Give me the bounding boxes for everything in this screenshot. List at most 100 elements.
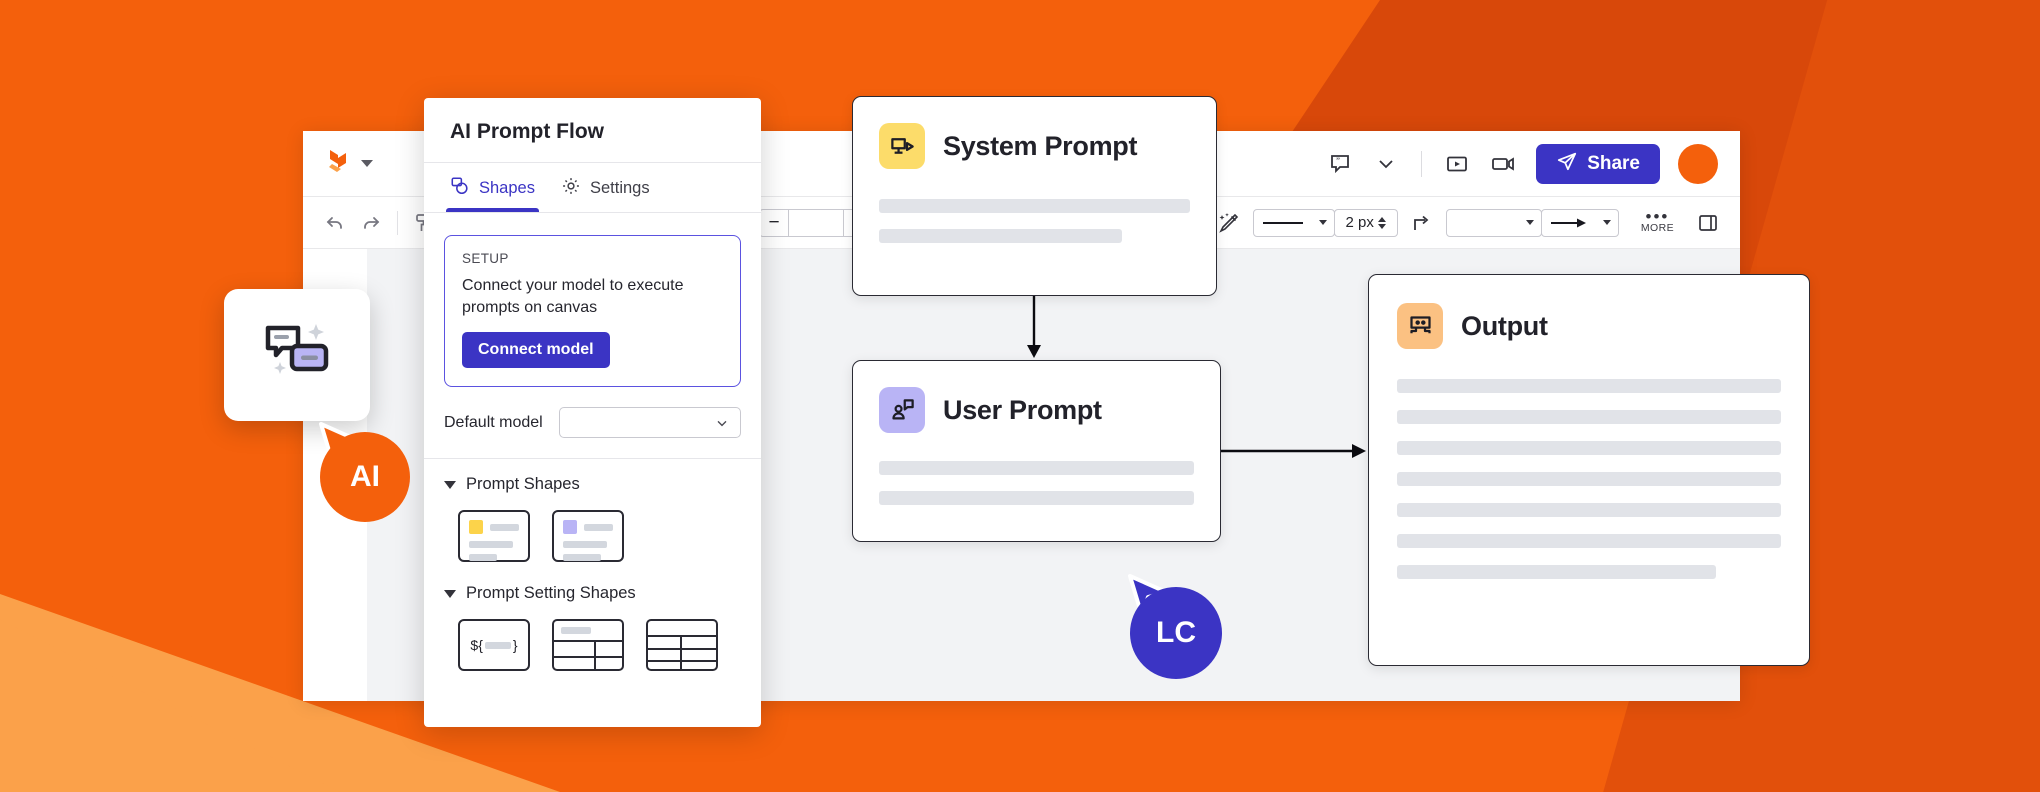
shape-thumb-table-header[interactable] xyxy=(552,619,624,672)
variable-placeholder xyxy=(484,641,511,649)
line-style-preview xyxy=(1254,210,1312,236)
shape-thumb-user-prompt[interactable] xyxy=(552,510,624,563)
shape-line xyxy=(469,541,513,549)
toolbar-divider xyxy=(397,210,398,235)
paper-plane-icon xyxy=(1556,150,1578,178)
shape-line xyxy=(490,523,519,531)
chevron-down-icon[interactable] xyxy=(361,160,373,167)
stepper-updown-icon[interactable] xyxy=(1377,216,1390,229)
connect-model-button[interactable]: Connect model xyxy=(462,332,610,369)
avatar[interactable] xyxy=(1678,143,1718,184)
prompt-shapes-grid xyxy=(444,510,741,563)
placeholder-line xyxy=(879,491,1194,505)
present-play-icon[interactable] xyxy=(1440,147,1474,181)
placeholder-line xyxy=(1397,410,1781,424)
comment-icon[interactable]: ” xyxy=(1323,147,1357,181)
placeholder-line xyxy=(1397,379,1781,393)
table-line xyxy=(680,635,682,670)
more-label: MORE xyxy=(1640,221,1674,234)
section-prompt-setting-shapes-header[interactable]: Prompt Setting Shapes xyxy=(444,584,741,603)
setup-label: SETUP xyxy=(462,251,509,266)
svg-text:”: ” xyxy=(1336,156,1340,166)
default-model-select[interactable] xyxy=(558,407,741,439)
node-system-prompt[interactable]: System Prompt xyxy=(852,96,1217,296)
arrow-end-caret[interactable] xyxy=(1596,210,1618,236)
ai-prompt-flow-panel[interactable]: AI Prompt Flow Shapes Settings SETUP Con… xyxy=(424,98,761,727)
share-button[interactable]: Share xyxy=(1536,143,1660,184)
shape-line xyxy=(563,554,601,562)
setup-card: SETUP Connect your model to execute prom… xyxy=(444,235,741,388)
table-header-bar xyxy=(561,627,591,635)
arrow-end-select[interactable] xyxy=(1540,208,1619,237)
shape-line xyxy=(563,541,607,549)
section-prompt-setting-shapes: Prompt Setting Shapes ${} xyxy=(424,562,761,672)
variable-open: ${ xyxy=(470,637,483,654)
ellipsis-icon: ••• xyxy=(1645,206,1670,226)
placeholder-line xyxy=(879,461,1194,475)
shape-line xyxy=(584,523,613,531)
logo-group[interactable] xyxy=(325,147,373,180)
share-label: Share xyxy=(1587,152,1640,174)
arrow-right-icon xyxy=(1550,218,1586,227)
section-prompt-shapes: Prompt Shapes xyxy=(424,459,761,563)
redo-arrow-icon[interactable] xyxy=(353,208,389,238)
gear-icon xyxy=(561,176,581,201)
placeholder-line xyxy=(1397,503,1781,517)
variable-close: } xyxy=(512,637,518,654)
arrow-end-preview xyxy=(1542,210,1596,236)
section-prompt-shapes-header[interactable]: Prompt Shapes xyxy=(444,475,741,494)
node-header: User Prompt xyxy=(879,387,1194,433)
default-model-label: Default model xyxy=(444,413,543,431)
section-prompt-setting-shapes-title: Prompt Setting Shapes xyxy=(466,584,636,603)
cursor-badge-ai: AI xyxy=(320,432,410,522)
placeholder-line xyxy=(1397,565,1716,579)
chevron-down-icon xyxy=(1525,220,1534,225)
tab-settings-label: Settings xyxy=(589,179,650,197)
tab-shapes-label: Shapes xyxy=(479,179,535,197)
stroke-width-stepper[interactable]: 2 px xyxy=(1333,208,1398,237)
node-output[interactable]: Output xyxy=(1368,274,1810,666)
stroke-width-value: 2 px xyxy=(1345,214,1374,231)
elbow-connector-icon[interactable] xyxy=(1404,208,1440,238)
lucid-logo-icon xyxy=(325,147,351,180)
line-color-select[interactable] xyxy=(1445,208,1542,237)
tab-shapes[interactable]: Shapes xyxy=(446,163,539,212)
chevron-down-icon xyxy=(1602,220,1611,225)
shape-thumb-data-table[interactable] xyxy=(646,619,718,672)
zoom-out-button[interactable]: − xyxy=(759,208,789,237)
line-style-caret[interactable] xyxy=(1312,210,1334,236)
placeholder-line xyxy=(1397,472,1781,486)
shape-thumb-system-prompt[interactable] xyxy=(458,510,530,563)
ai-prompt-sparkle-icon xyxy=(254,316,340,395)
zoom-value-input[interactable] xyxy=(789,208,843,237)
node-title: User Prompt xyxy=(943,394,1102,425)
node-header: System Prompt xyxy=(879,123,1190,169)
line-style-select[interactable] xyxy=(1252,208,1335,237)
panel-toggle-icon[interactable] xyxy=(1690,208,1726,238)
node-user-prompt[interactable]: User Prompt xyxy=(852,360,1221,542)
placeholder-line xyxy=(879,229,1122,243)
more-button[interactable]: ••• MORE xyxy=(1640,206,1674,234)
table-line xyxy=(594,640,596,670)
ai-shape-preview-card[interactable] xyxy=(224,289,370,421)
shape-line xyxy=(469,554,497,562)
default-model-row: Default model xyxy=(424,387,761,460)
line-color-caret[interactable] xyxy=(1519,210,1541,236)
cursor-badge-lc: LC xyxy=(1130,587,1222,679)
shape-thumb-variable[interactable]: ${} xyxy=(458,619,530,672)
chevron-down-icon xyxy=(717,420,727,427)
toolbar-divider xyxy=(1421,150,1423,177)
output-screen-icon xyxy=(1397,303,1443,349)
video-camera-icon[interactable] xyxy=(1486,147,1520,181)
output-placeholder-lines xyxy=(1397,379,1781,579)
tab-settings[interactable]: Settings xyxy=(561,163,650,212)
table-line xyxy=(648,648,716,650)
prompt-setting-shapes-grid: ${} xyxy=(444,619,741,672)
undo-arrow-icon[interactable] xyxy=(317,208,353,238)
placeholder-line xyxy=(1397,441,1781,455)
user-message-icon xyxy=(879,387,925,433)
triangle-down-icon xyxy=(444,589,456,598)
comment-chevron-down-icon[interactable] xyxy=(1369,147,1403,181)
placeholder-line xyxy=(1397,534,1781,548)
monitor-play-icon xyxy=(879,123,925,169)
